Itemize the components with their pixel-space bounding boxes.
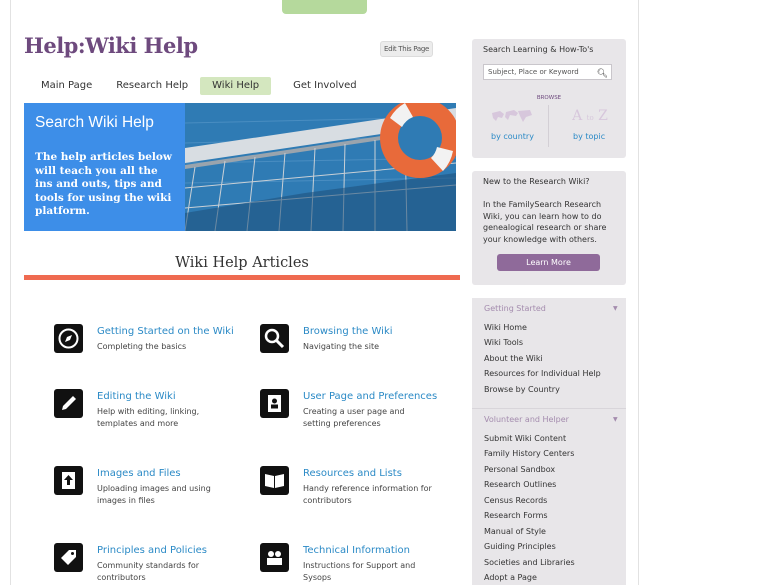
menu-item-wiki-tools[interactable]: Wiki Tools bbox=[484, 338, 523, 347]
file-upload-icon bbox=[54, 466, 83, 495]
menu-item-adopt-page[interactable]: Adopt a Page bbox=[484, 573, 537, 582]
article-title[interactable]: Images and Files bbox=[97, 468, 181, 479]
hero-description: The help articles below will teach you a… bbox=[35, 151, 172, 217]
menu-heading-volunteer[interactable]: Volunteer and Helper bbox=[484, 415, 569, 424]
world-map-icon[interactable] bbox=[490, 108, 534, 126]
learn-more-button[interactable]: Learn More bbox=[497, 254, 600, 271]
new-to-wiki-heading: New to the Research Wiki? bbox=[483, 177, 590, 186]
a-to-z-icon[interactable]: A to Z bbox=[570, 108, 610, 124]
menu-item-guiding-principles[interactable]: Guiding Principles bbox=[484, 542, 556, 551]
menu-item-research-outlines[interactable]: Research Outlines bbox=[484, 480, 556, 489]
edit-page-button[interactable]: Edit This Page bbox=[380, 41, 433, 57]
search-input[interactable]: Subject, Place or Keyword 🔍︎ bbox=[483, 64, 612, 80]
hero-title: Search Wiki Help bbox=[35, 114, 154, 131]
article-title[interactable]: Getting Started on the Wiki bbox=[97, 326, 234, 337]
menu-item-wiki-home[interactable]: Wiki Home bbox=[484, 323, 527, 332]
article-resources-lists[interactable]: Resources and Lists Handy reference info… bbox=[260, 466, 460, 506]
menu-item-individual-help[interactable]: Resources for Individual Help bbox=[484, 369, 601, 378]
menu-item-submit-content[interactable]: Submit Wiki Content bbox=[484, 434, 566, 443]
article-editing[interactable]: Editing the Wiki Help with editing, link… bbox=[54, 389, 254, 429]
chevron-down-icon[interactable]: ▼ bbox=[613, 305, 618, 312]
menu-item-about-wiki[interactable]: About the Wiki bbox=[484, 354, 543, 363]
magnifier-icon bbox=[260, 324, 289, 353]
browse-divider bbox=[548, 105, 549, 147]
tab-wiki-help[interactable]: Wiki Help bbox=[200, 77, 272, 95]
menu-item-browse-country[interactable]: Browse by Country bbox=[484, 385, 560, 394]
article-browsing[interactable]: Browsing the Wiki Navigating the site bbox=[260, 324, 460, 364]
hero-text-panel: Search Wiki Help The help articles below… bbox=[24, 103, 185, 231]
nav-tabs: Main Page Research Help Wiki Help Get In… bbox=[24, 77, 369, 95]
article-title[interactable]: Resources and Lists bbox=[303, 468, 402, 479]
menu-divider bbox=[472, 408, 626, 409]
search-placeholder: Subject, Place or Keyword bbox=[488, 68, 579, 76]
compass-icon bbox=[54, 324, 83, 353]
search-icon[interactable]: 🔍︎ bbox=[597, 67, 608, 81]
browse-by-country-link[interactable]: by country bbox=[491, 132, 534, 141]
people-icon bbox=[260, 543, 289, 572]
article-description: Help with editing, linking, templates an… bbox=[97, 407, 200, 428]
tag-icon bbox=[54, 543, 83, 572]
new-to-wiki-text: In the FamilySearch Research Wiki, you c… bbox=[483, 200, 607, 244]
search-learning-panel: Search Learning & How-To's Subject, Plac… bbox=[472, 39, 626, 158]
menu-item-societies-libraries[interactable]: Societies and Libraries bbox=[484, 558, 575, 567]
article-description: Handy reference information for contribu… bbox=[303, 484, 432, 505]
chevron-down-icon[interactable]: ▼ bbox=[613, 416, 618, 423]
top-accent-tab bbox=[282, 0, 367, 14]
new-to-wiki-panel: New to the Research Wiki? In the FamilyS… bbox=[472, 171, 626, 285]
article-description: Instructions for Support and Sysops bbox=[303, 561, 416, 582]
book-icon bbox=[260, 466, 289, 495]
search-panel-label: Search Learning & How-To's bbox=[483, 45, 594, 54]
menu-item-sandbox[interactable]: Personal Sandbox bbox=[484, 465, 555, 474]
article-title[interactable]: Browsing the Wiki bbox=[303, 326, 393, 337]
hero-photo-boat-railing bbox=[185, 103, 456, 231]
sidebar-menu: Getting Started ▼ Wiki Home Wiki Tools A… bbox=[472, 298, 626, 585]
article-title[interactable]: Technical Information bbox=[303, 545, 410, 556]
article-description: Uploading images and using images in fil… bbox=[97, 484, 211, 505]
article-principles-policies[interactable]: Principles and Policies Community standa… bbox=[54, 543, 254, 583]
browse-by-topic-link[interactable]: by topic bbox=[573, 132, 605, 141]
user-page-icon bbox=[260, 389, 289, 418]
article-user-page[interactable]: User Page and Preferences Creating a use… bbox=[260, 389, 460, 429]
article-title[interactable]: User Page and Preferences bbox=[303, 391, 437, 402]
article-images-files[interactable]: Images and Files Uploading images and us… bbox=[54, 466, 254, 506]
tab-get-involved[interactable]: Get Involved bbox=[271, 77, 369, 95]
menu-item-census-records[interactable]: Census Records bbox=[484, 496, 547, 505]
article-title[interactable]: Editing the Wiki bbox=[97, 391, 176, 402]
pencil-icon bbox=[54, 389, 83, 418]
article-description: Community standards for contributors bbox=[97, 561, 200, 582]
tab-main-page[interactable]: Main Page bbox=[24, 77, 104, 95]
tab-research-help[interactable]: Research Help bbox=[104, 77, 200, 95]
page-title: Help:Wiki Help bbox=[24, 33, 198, 58]
menu-item-fhc[interactable]: Family History Centers bbox=[484, 449, 574, 458]
menu-item-manual-style[interactable]: Manual of Style bbox=[484, 527, 546, 536]
article-title[interactable]: Principles and Policies bbox=[97, 545, 207, 556]
section-divider bbox=[24, 275, 460, 280]
menu-heading-getting-started[interactable]: Getting Started bbox=[484, 304, 546, 313]
hero-banner: Search Wiki Help The help articles below… bbox=[24, 103, 456, 231]
article-description: Creating a user page and setting prefere… bbox=[303, 407, 405, 428]
browse-label: BROWSE bbox=[536, 95, 562, 101]
menu-item-research-forms[interactable]: Research Forms bbox=[484, 511, 548, 520]
section-title: Wiki Help Articles bbox=[175, 255, 309, 271]
article-getting-started[interactable]: Getting Started on the Wiki Completing t… bbox=[54, 324, 254, 364]
article-description: Navigating the site bbox=[303, 342, 379, 351]
article-description: Completing the basics bbox=[97, 342, 187, 351]
article-technical-information[interactable]: Technical Information Instructions for S… bbox=[260, 543, 460, 583]
